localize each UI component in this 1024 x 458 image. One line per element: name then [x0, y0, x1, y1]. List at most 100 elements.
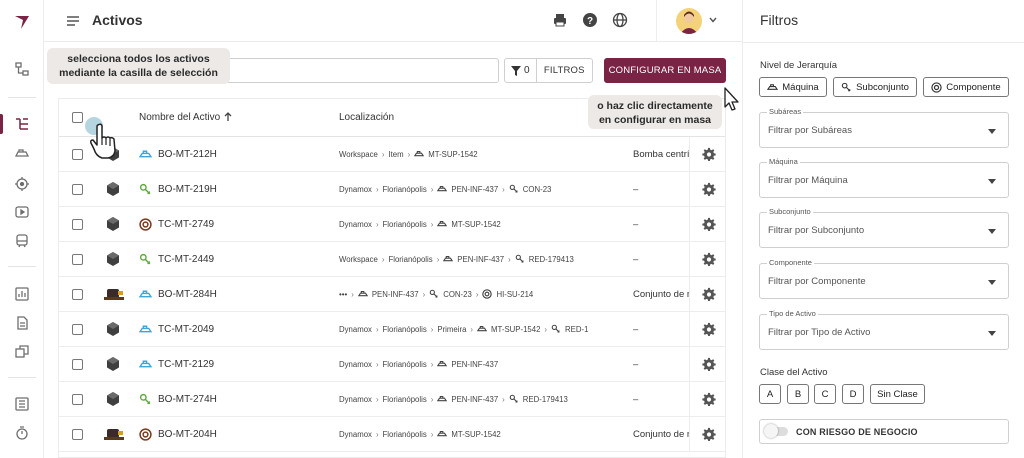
chart-nav-icon[interactable] — [11, 283, 33, 305]
row-checkbox[interactable] — [72, 184, 83, 195]
location-segment[interactable]: Florianópolis — [383, 185, 427, 194]
location-segment[interactable]: Florianópolis — [383, 220, 427, 229]
location-segment[interactable]: PEN-INF-437 — [451, 185, 498, 194]
language-globe-icon[interactable] — [612, 12, 628, 28]
location-segment[interactable]: RED-179413 — [523, 395, 568, 404]
timer-nav-icon[interactable] — [11, 422, 33, 444]
column-header-location[interactable]: Localización — [339, 112, 394, 123]
row-checkbox[interactable] — [72, 149, 83, 160]
location-segment[interactable]: MT-SUP-1542 — [451, 220, 500, 229]
component-select[interactable]: Componente Filtrar por Componente — [759, 258, 1009, 299]
hierarchy-chip-component[interactable]: Componente — [923, 77, 1009, 97]
chevron-down-icon[interactable] — [708, 15, 718, 25]
location-segment[interactable]: ••• — [339, 290, 347, 299]
gear-icon[interactable] — [702, 182, 716, 196]
select-all-checkbox[interactable] — [72, 112, 83, 123]
table-row[interactable]: TC-MT-2449 Workspace › Florianópolis › PEN-I… — [59, 242, 725, 277]
location-segment[interactable]: Florianópolis — [383, 430, 427, 439]
class-chip-none[interactable]: Sin Clase — [870, 384, 925, 404]
hierarchy-chip-subassembly[interactable]: Subconjunto — [833, 77, 917, 97]
location-segment[interactable]: Dynamox — [339, 185, 372, 194]
location-segment[interactable]: PEN-INF-437 — [372, 290, 419, 299]
copy-nav-icon[interactable] — [11, 341, 33, 363]
row-checkbox[interactable] — [72, 359, 83, 370]
location-segment[interactable]: Dynamox — [339, 220, 372, 229]
class-chip-d[interactable]: D — [842, 384, 864, 404]
business-risk-toggle-row[interactable]: CON RIESGO DE NEGOCIO — [759, 419, 1009, 444]
asset-name[interactable]: TC-MT-2049 — [158, 324, 214, 335]
location-segment[interactable]: PEN-INF-437 — [451, 360, 498, 369]
location-segment[interactable]: Florianópolis — [383, 325, 427, 334]
row-checkbox[interactable] — [72, 324, 83, 335]
location-segment[interactable]: PEN-INF-437 — [451, 395, 498, 404]
gear-icon[interactable] — [702, 147, 716, 161]
report-nav-icon[interactable] — [11, 312, 33, 334]
target-nav-icon[interactable] — [11, 173, 33, 195]
table-row[interactable]: BO-MT-204H Dynamox › Florianópolis › MT-SUP-… — [59, 417, 725, 452]
row-checkbox[interactable] — [72, 394, 83, 405]
location-segment[interactable]: Dynamox — [339, 360, 372, 369]
location-segment[interactable]: Workspace — [339, 150, 378, 159]
location-segment[interactable]: Dynamox — [339, 395, 372, 404]
class-chip-c[interactable]: C — [814, 384, 836, 404]
location-segment[interactable]: MT-SUP-1542 — [451, 430, 500, 439]
class-chip-b[interactable]: B — [787, 384, 809, 404]
row-checkbox[interactable] — [72, 219, 83, 230]
sort-arrow-up-icon[interactable] — [222, 111, 234, 123]
asset-name[interactable]: BO-MT-219H — [158, 184, 217, 195]
row-checkbox[interactable] — [72, 429, 83, 440]
table-row[interactable]: BO-MT-274H Dynamox › Florianópolis › PEN-INF… — [59, 382, 725, 417]
location-segment[interactable]: Workspace — [339, 255, 378, 264]
subareas-select[interactable]: Subáreas Filtrar por Subáreas — [759, 107, 1009, 148]
machine-select[interactable]: Máquina Filtrar por Máquina — [759, 157, 1009, 198]
gear-icon[interactable] — [702, 427, 716, 441]
asset-name[interactable]: BO-MT-212H — [158, 149, 217, 160]
print-icon[interactable] — [552, 12, 568, 28]
location-segment[interactable]: PEN-INF-437 — [457, 255, 504, 264]
gear-icon[interactable] — [702, 322, 716, 336]
location-segment[interactable]: MT-SUP-1542 — [491, 325, 540, 334]
table-row[interactable]: BO-MT-284H ••• › PEN-INF-437 › CON-23 › HI-SU-… — [59, 277, 725, 312]
column-header-name[interactable]: Nombre del Activo — [139, 112, 220, 123]
hierarchy-chip-machine[interactable]: Máquina — [759, 77, 827, 97]
help-icon[interactable]: ? — [582, 12, 598, 28]
filters-button[interactable]: 0 FILTROS — [504, 58, 593, 83]
gear-icon[interactable] — [702, 357, 716, 371]
location-segment[interactable]: CON-23 — [443, 290, 472, 299]
table-row[interactable]: TC-MT-2749 Dynamox › Florianópolis › MT-SUP-… — [59, 207, 725, 242]
device-nav-icon[interactable] — [11, 230, 33, 252]
user-avatar[interactable] — [676, 8, 702, 34]
mass-config-button[interactable]: CONFIGURAR EN MASA — [604, 58, 726, 83]
filter-count[interactable]: 0 — [505, 59, 537, 82]
location-segment[interactable]: RED-1 — [565, 325, 588, 334]
machine-nav-icon[interactable] — [11, 143, 33, 165]
hierarchy-nav-icon[interactable] — [11, 58, 33, 80]
location-segment[interactable]: Dynamox — [339, 325, 372, 334]
location-segment[interactable]: Florianópolis — [383, 395, 427, 404]
location-segment[interactable]: Item — [388, 150, 403, 159]
asset-name[interactable]: BO-MT-204H — [158, 429, 217, 440]
asset-type-select[interactable]: Tipo de Activo Filtrar por Tipo de Activ… — [759, 309, 1009, 350]
asset-name[interactable]: BO-MT-284H — [158, 289, 217, 300]
location-segment[interactable]: Primeira — [437, 325, 466, 334]
table-row[interactable]: TC-MT-2049 Dynamox › Florianópolis › Primeir… — [59, 312, 725, 347]
gear-icon[interactable] — [702, 287, 716, 301]
location-segment[interactable]: HI-SU-214 — [496, 290, 533, 299]
location-segment[interactable]: MT-SUP-1542 — [428, 150, 477, 159]
brand-logo-icon[interactable] — [12, 12, 32, 32]
row-checkbox[interactable] — [72, 254, 83, 265]
location-segment[interactable]: Dynamox — [339, 430, 372, 439]
gear-icon[interactable] — [702, 392, 716, 406]
table-row[interactable]: BO-MT-219H Dynamox › Florianópolis › PEN-INF… — [59, 172, 725, 207]
list-nav-icon[interactable] — [11, 393, 33, 415]
location-segment[interactable]: Florianópolis — [388, 255, 432, 264]
gear-icon[interactable] — [702, 252, 716, 266]
subassembly-select[interactable]: Subconjunto Filtrar por Subconjunto — [759, 207, 1009, 248]
location-segment[interactable]: RED-179413 — [529, 255, 574, 264]
gear-icon[interactable] — [702, 217, 716, 231]
menu-icon[interactable] — [66, 14, 80, 28]
assets-nav-icon[interactable] — [11, 113, 33, 135]
toggle-knob[interactable] — [764, 424, 778, 438]
table-row[interactable]: BO-MT-212H Workspace › Item › MT-SUP-1542 Bo… — [59, 137, 725, 172]
asset-name[interactable]: TC-MT-2449 — [158, 254, 214, 265]
